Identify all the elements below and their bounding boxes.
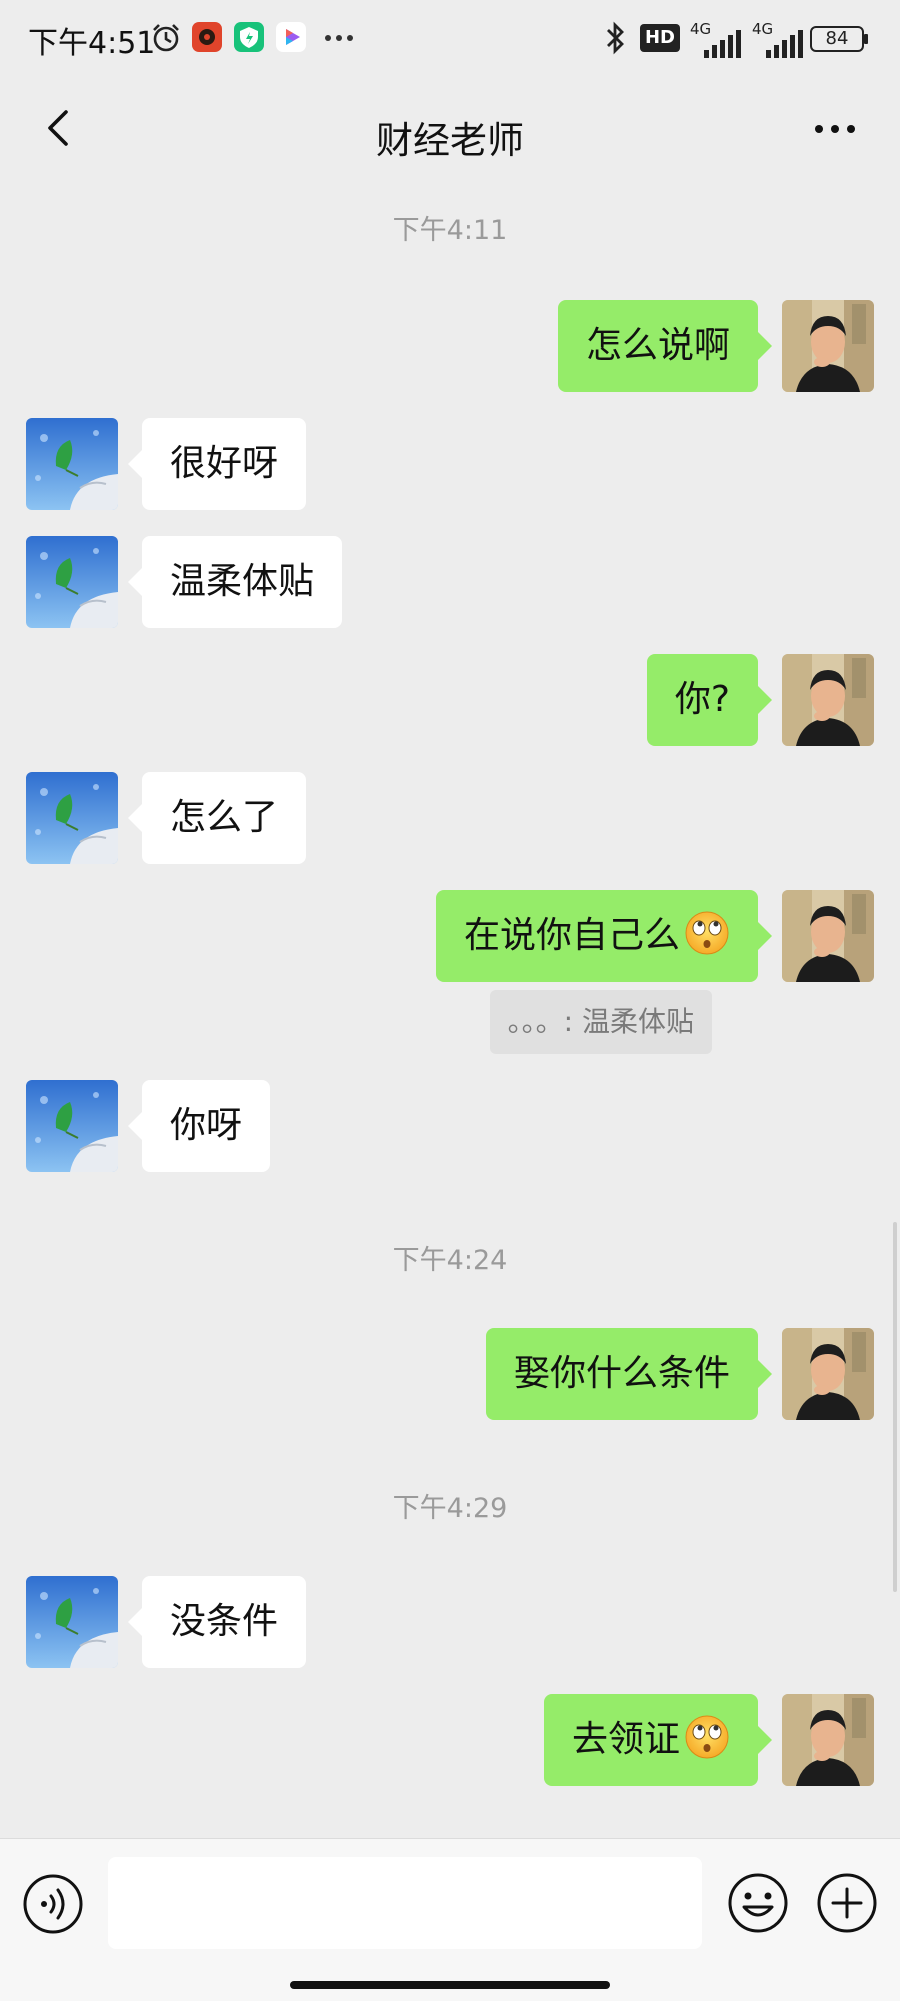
signal-bars-icon bbox=[766, 30, 803, 58]
message-text: 怎么说啊 bbox=[585, 325, 730, 366]
message-input[interactable] bbox=[108, 1857, 702, 1949]
incoming-message[interactable]: 温柔体贴 bbox=[127, 536, 343, 628]
outgoing-message[interactable]: 在说你自己么 bbox=[435, 890, 773, 982]
incoming-message[interactable]: 没条件 bbox=[127, 1576, 307, 1668]
chat-title: 财经老师 bbox=[376, 119, 524, 162]
music-app-icon bbox=[192, 22, 222, 52]
plus-icon[interactable] bbox=[815, 1871, 879, 1935]
status-time: 下午4:51 bbox=[28, 26, 156, 61]
status-bar: 下午4:51 HD 4G 4G 84 bbox=[0, 0, 900, 80]
video-app-icon bbox=[276, 22, 306, 52]
more-dots-icon[interactable] bbox=[800, 98, 870, 158]
rolling-eyes-emoji-icon bbox=[684, 1714, 730, 1760]
outgoing-message[interactable]: 去领证 bbox=[543, 1694, 773, 1786]
incoming-message[interactable]: 你呀 bbox=[127, 1080, 271, 1172]
outgoing-message[interactable]: 你? bbox=[646, 654, 773, 746]
contact-avatar[interactable] bbox=[26, 536, 118, 628]
alarm-icon bbox=[153, 24, 179, 52]
my-avatar[interactable] bbox=[782, 890, 874, 982]
emoji-icon[interactable] bbox=[726, 1871, 790, 1935]
signal-bars-icon bbox=[704, 30, 741, 58]
contact-avatar[interactable] bbox=[26, 772, 118, 864]
quoted-reply[interactable]: 。。。: 温柔体贴 bbox=[489, 990, 712, 1054]
signal-1: 4G bbox=[690, 20, 746, 60]
message-text: 温柔体贴 bbox=[170, 561, 315, 602]
message-text: 娶你什么条件 bbox=[513, 1353, 730, 1394]
incoming-message[interactable]: 很好呀 bbox=[127, 418, 307, 510]
message-text: 你? bbox=[674, 679, 730, 720]
rolling-eyes-emoji-icon bbox=[684, 910, 730, 956]
my-avatar[interactable] bbox=[782, 1328, 874, 1420]
outgoing-message[interactable]: 怎么说啊 bbox=[557, 300, 773, 392]
message-text: 怎么了 bbox=[170, 797, 279, 838]
voice-icon[interactable] bbox=[22, 1873, 84, 1935]
input-bar bbox=[0, 1838, 900, 2001]
battery-indicator: 84 bbox=[810, 26, 864, 52]
chat-header: 财经老师 bbox=[0, 80, 900, 180]
message-text: 很好呀 bbox=[170, 443, 279, 484]
timestamp: 下午4:29 bbox=[392, 1493, 508, 1524]
my-avatar[interactable] bbox=[782, 300, 874, 392]
incoming-message[interactable]: 怎么了 bbox=[127, 772, 307, 864]
chat-scrollbar[interactable] bbox=[893, 1222, 897, 1592]
contact-avatar[interactable] bbox=[26, 1576, 118, 1668]
more-notifications-icon bbox=[325, 35, 353, 41]
message-text: 在说你自己么 bbox=[463, 915, 680, 956]
my-avatar[interactable] bbox=[782, 1694, 874, 1786]
bluetooth-icon bbox=[607, 21, 624, 55]
security-app-icon bbox=[234, 22, 264, 52]
outgoing-message[interactable]: 娶你什么条件 bbox=[485, 1328, 773, 1420]
timestamp: 下午4:11 bbox=[392, 215, 508, 246]
home-indicator[interactable] bbox=[290, 1981, 610, 1989]
signal-2: 4G bbox=[752, 20, 808, 60]
battery-tip bbox=[864, 34, 868, 44]
my-avatar[interactable] bbox=[782, 654, 874, 746]
contact-avatar[interactable] bbox=[26, 418, 118, 510]
message-text: 去领证 bbox=[571, 1719, 680, 1760]
contact-avatar[interactable] bbox=[26, 1080, 118, 1172]
hd-badge: HD bbox=[640, 24, 680, 52]
message-text: 没条件 bbox=[170, 1601, 279, 1642]
timestamp: 下午4:24 bbox=[392, 1245, 508, 1276]
message-text: 你呀 bbox=[170, 1105, 243, 1146]
